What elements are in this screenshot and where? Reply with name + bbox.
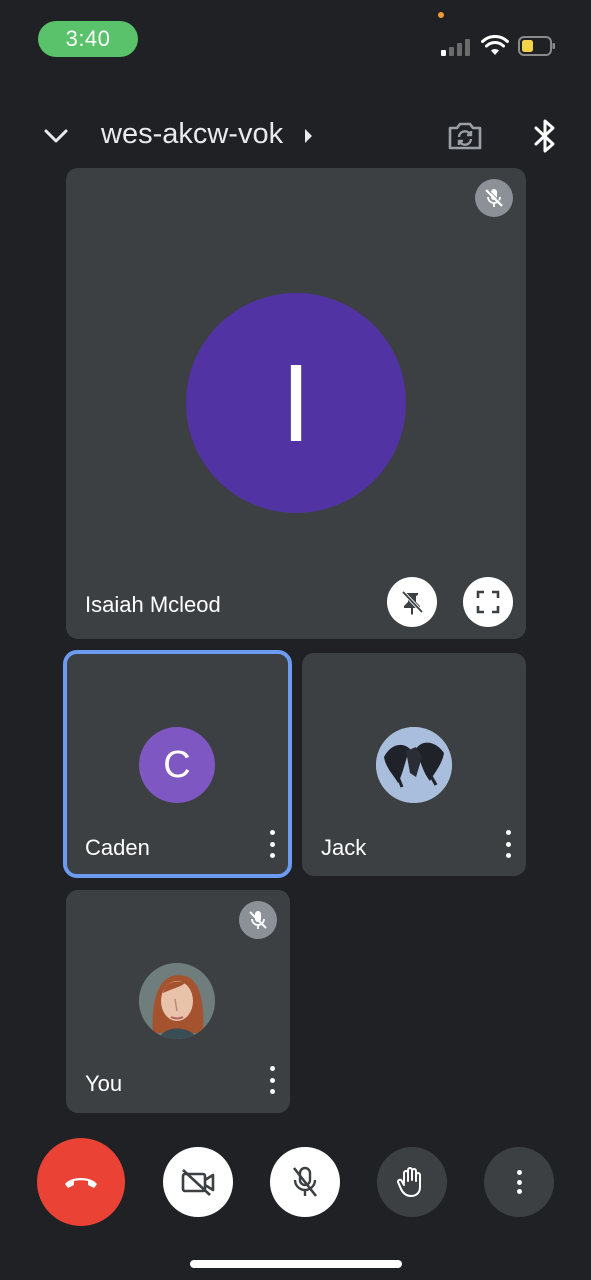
participant-name-jack: Jack bbox=[321, 835, 367, 860]
bluetooth-icon[interactable] bbox=[532, 117, 558, 155]
video-off-icon bbox=[181, 1169, 215, 1196]
end-call-button[interactable] bbox=[37, 1138, 125, 1226]
caret-right-icon[interactable] bbox=[302, 127, 314, 145]
avatar-featured: I bbox=[186, 293, 406, 513]
crow-image bbox=[376, 727, 452, 803]
more-vert-icon[interactable] bbox=[266, 830, 278, 858]
fullscreen-icon bbox=[476, 590, 500, 614]
chevron-down-icon[interactable] bbox=[40, 120, 72, 152]
raise-hand-button[interactable] bbox=[377, 1147, 447, 1217]
more-options-button[interactable] bbox=[484, 1147, 554, 1217]
unpin-button[interactable] bbox=[387, 577, 437, 627]
participant-name-you: You bbox=[85, 1071, 123, 1096]
mic-off-icon bbox=[249, 911, 267, 929]
privacy-indicator-dot bbox=[438, 12, 444, 18]
switch-camera-icon[interactable] bbox=[446, 118, 484, 152]
wifi-icon bbox=[481, 35, 509, 55]
phone-hangup-icon bbox=[65, 1178, 97, 1188]
meeting-code-title[interactable]: wes-akcw-vok bbox=[101, 118, 283, 151]
mic-off-icon bbox=[292, 1166, 318, 1197]
more-vert-icon[interactable] bbox=[266, 1066, 278, 1094]
avatar-caden: C bbox=[139, 727, 215, 803]
microphone-toggle-button[interactable] bbox=[270, 1147, 340, 1217]
avatar-initial: C bbox=[163, 743, 191, 786]
mic-off-icon bbox=[485, 188, 504, 207]
cellular-signal-icon bbox=[441, 38, 473, 56]
fullscreen-button[interactable] bbox=[463, 577, 513, 627]
unpin-icon bbox=[401, 590, 424, 615]
avatar-jack bbox=[376, 727, 452, 803]
participant-name-caden: Caden bbox=[85, 835, 150, 860]
camera-toggle-button[interactable] bbox=[163, 1147, 233, 1217]
more-vert-icon[interactable] bbox=[502, 830, 514, 858]
hand-icon bbox=[397, 1167, 421, 1197]
avatar-initial: I bbox=[280, 341, 312, 465]
mic-off-badge bbox=[239, 901, 277, 939]
participant-name-featured: Isaiah Mcleod bbox=[85, 592, 221, 617]
home-indicator[interactable] bbox=[190, 1260, 402, 1268]
avatar-you bbox=[139, 963, 215, 1039]
battery-icon bbox=[518, 36, 555, 56]
portrait-image bbox=[139, 963, 215, 1039]
status-time: 3:40 bbox=[38, 21, 138, 57]
mic-off-badge bbox=[475, 179, 513, 217]
more-vert-icon bbox=[513, 1170, 525, 1194]
